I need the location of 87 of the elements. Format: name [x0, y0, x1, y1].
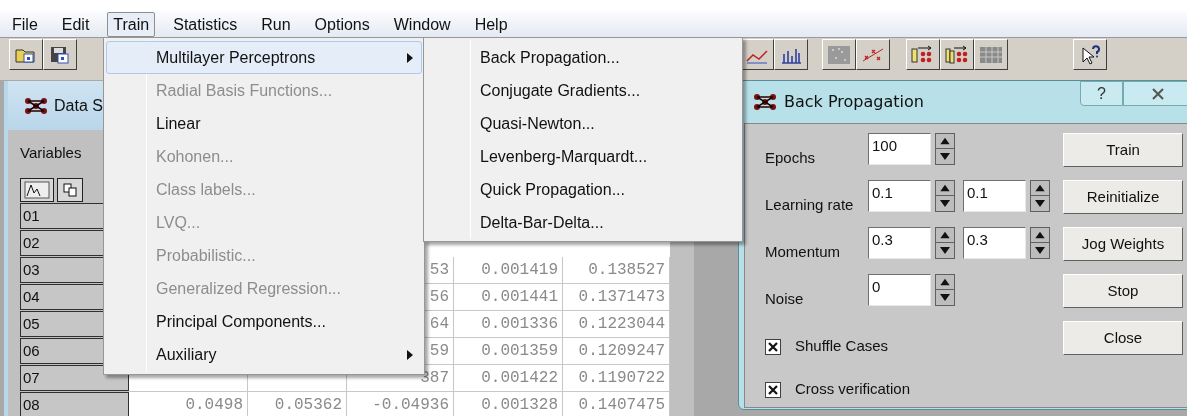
dialog-button[interactable]: Reinitialize [1063, 180, 1183, 214]
x-mark-icon [768, 341, 778, 352]
save-button[interactable] [43, 39, 77, 70]
menu-item[interactable]: Help [468, 11, 514, 37]
table-cell: 0.1190722 [563, 365, 670, 392]
menu-item[interactable]: Options [308, 11, 376, 37]
histogram-button[interactable] [20, 178, 54, 202]
submenu-arrow-icon [407, 52, 413, 63]
checkbox-label: Shuffle Cases [795, 336, 889, 357]
table-cell: -0.04936 [347, 392, 454, 416]
window-title: Data S [54, 95, 103, 116]
spin-button[interactable] [1030, 227, 1050, 259]
grid-button[interactable] [974, 39, 1008, 70]
submenu-arrow-icon [407, 349, 413, 360]
dotted-grid-button[interactable] [822, 39, 856, 70]
network-button[interactable] [940, 39, 974, 70]
scatter-plot-button[interactable] [856, 39, 890, 70]
table-cell: 0.001359 [454, 338, 563, 365]
number-field[interactable]: 0 [868, 274, 931, 306]
close-icon [1151, 87, 1165, 100]
menu-entry[interactable]: Multilayer Perceptrons [106, 41, 422, 74]
histogram-icon [24, 181, 50, 199]
menu-entry[interactable]: Linear [106, 107, 422, 140]
table-cell: 0.001419 [454, 257, 563, 284]
dialog-button[interactable]: Close [1063, 321, 1183, 355]
number-field[interactable]: 0.3 [868, 227, 931, 259]
menu-item[interactable]: Edit [55, 11, 96, 37]
checkbox[interactable] [765, 338, 781, 355]
table-cell: 0.1209247 [563, 338, 670, 365]
network-icon [24, 96, 48, 115]
dialog-button[interactable]: Jog Weights [1063, 227, 1183, 261]
table-cell: 0.1407475 [563, 392, 670, 416]
menu-entry[interactable]: Levenberg-Marquardt... [426, 140, 740, 173]
table-cell: 0.001328 [454, 392, 563, 416]
field-label: Learning rate [765, 195, 855, 215]
network-arrow-icon [945, 44, 969, 65]
field-label: Noise [765, 289, 805, 309]
x-mark-icon [768, 384, 778, 395]
grid-icon [979, 44, 1003, 65]
table-cell: 0.138527 [563, 257, 670, 284]
number-field[interactable]: 0.3 [963, 227, 1026, 259]
checkbox-label: Cross verification [795, 379, 911, 400]
table-cell: 0.05362 [248, 392, 347, 416]
table-cell: 0.1223044 [563, 311, 670, 338]
spin-button[interactable] [935, 227, 955, 259]
table-cell: 0.001422 [454, 365, 563, 392]
help-button[interactable]: ? [1080, 81, 1123, 106]
copy-icon [62, 182, 78, 198]
menu-entry[interactable]: Conjugate Gradients... [426, 74, 740, 107]
context-help-button[interactable] [1073, 39, 1107, 70]
number-field[interactable]: 0.1 [868, 180, 931, 212]
field-label: Momentum [765, 242, 842, 262]
menu-item[interactable]: Run [255, 11, 297, 37]
network-button[interactable] [906, 39, 940, 70]
spin-button[interactable] [1030, 180, 1050, 212]
table-cell: 0.1371473 [563, 284, 670, 311]
dotted-grid-icon [827, 44, 851, 65]
menu-entry[interactable]: Quick Propagation... [426, 173, 740, 206]
spin-button[interactable] [935, 180, 955, 212]
number-field[interactable]: 100 [868, 133, 931, 165]
number-field[interactable]: 0.1 [963, 180, 1026, 212]
menu-entry[interactable]: Delta-Bar-Delta... [426, 206, 740, 239]
spin-button[interactable] [935, 274, 955, 306]
menu-entry[interactable]: Back Propagation... [426, 41, 740, 74]
field-label: Epochs [765, 148, 817, 168]
spin-button[interactable] [935, 133, 955, 165]
table-cell: 0.001441 [454, 284, 563, 311]
dialog-button[interactable]: Stop [1063, 274, 1183, 308]
network-icon [753, 93, 777, 111]
dialog-title: Back Propagation [784, 91, 924, 113]
menu-item[interactable]: Train [107, 11, 156, 37]
table-cell: 0.001336 [454, 311, 563, 338]
row-header: 08 [20, 392, 129, 416]
bar-chart-button[interactable] [774, 39, 808, 70]
row-header: 07 [20, 365, 129, 391]
close-button[interactable] [1123, 81, 1187, 106]
menu-entry[interactable]: Quasi-Newton... [426, 107, 740, 140]
open-button[interactable] [9, 39, 43, 70]
menu-item[interactable]: File [6, 11, 44, 37]
menu-item[interactable]: Window [387, 11, 457, 37]
copy-button[interactable] [57, 178, 83, 202]
checkbox[interactable] [765, 381, 781, 398]
menu-item[interactable]: Statistics [167, 11, 244, 37]
table-cell: 0.0498 [129, 392, 248, 416]
floppy-disk-icon [48, 44, 72, 65]
variables-label: Variables [20, 143, 82, 164]
dialog-button[interactable]: Train [1063, 133, 1183, 167]
